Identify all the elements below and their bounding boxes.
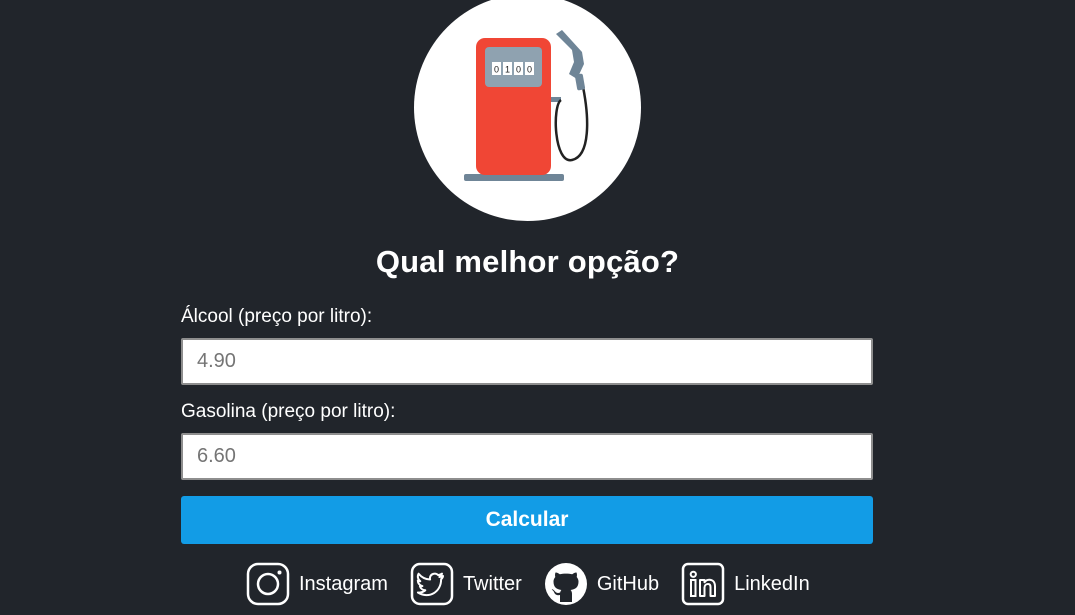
social-link-twitter[interactable]: Twitter xyxy=(410,562,522,606)
page-title: Qual melhor opção? xyxy=(375,244,680,279)
social-label: GitHub xyxy=(596,572,660,595)
github-icon xyxy=(544,563,587,605)
counter-digit: 0 xyxy=(516,65,521,75)
social-link-instagram[interactable]: Instagram xyxy=(246,562,388,606)
counter-digit: 1 xyxy=(505,65,510,75)
counter-digit: 0 xyxy=(527,65,532,75)
alcohol-price-label: Álcool (preço por litro): xyxy=(181,306,373,327)
gas-pump-icon: 0 1 0 0 xyxy=(464,30,589,181)
social-links: Instagram Twitter GitHub LinkedIn xyxy=(246,561,832,607)
gasoline-price-label: Gasolina (preço por litro): xyxy=(181,401,396,422)
social-link-linkedin[interactable]: LinkedIn xyxy=(681,562,810,606)
alcohol-price-input[interactable] xyxy=(181,338,873,385)
social-label: Twitter xyxy=(462,572,522,595)
gasoline-price-input[interactable] xyxy=(181,433,873,480)
logo-circle: 0 1 0 0 xyxy=(414,0,641,221)
social-link-github[interactable]: GitHub xyxy=(544,562,659,606)
social-label: Instagram xyxy=(299,572,388,595)
linkedin-icon xyxy=(681,562,725,606)
counter-digit: 0 xyxy=(494,65,499,75)
twitter-icon xyxy=(410,562,454,606)
instagram-icon xyxy=(246,562,290,606)
social-label: LinkedIn xyxy=(734,572,810,595)
calculate-button[interactable]: Calcular xyxy=(181,496,873,544)
